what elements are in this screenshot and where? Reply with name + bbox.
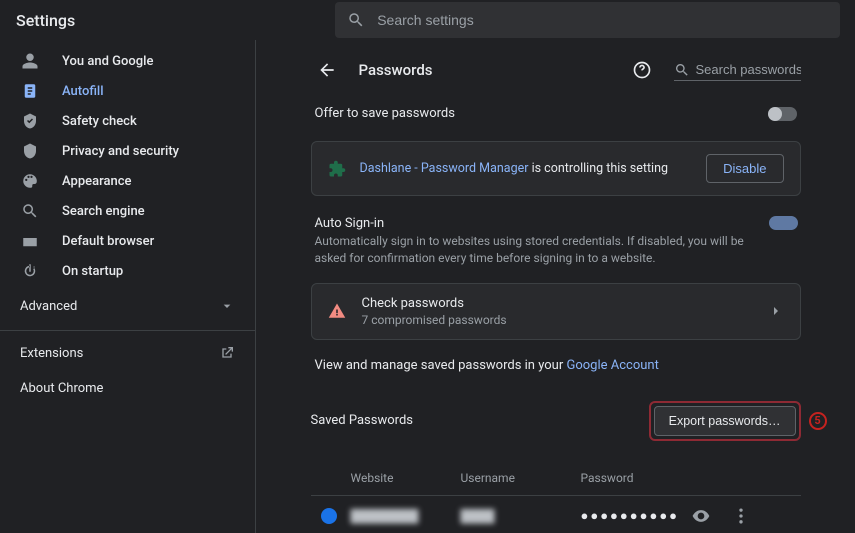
check-passwords-sub: 7 compromised passwords — [362, 313, 752, 327]
username-cell: ████ — [461, 509, 581, 523]
sidebar-item-on-startup[interactable]: On startup — [0, 256, 255, 286]
eye-icon — [691, 506, 711, 526]
saved-passwords-heading: Saved Passwords — [311, 413, 414, 428]
advanced-label: Advanced — [20, 299, 77, 314]
arrow-left-icon — [317, 60, 337, 80]
sidebar-item-label: Autofill — [62, 84, 104, 99]
shield-icon — [20, 141, 40, 161]
search-icon — [674, 62, 690, 78]
sidebar-item-label: You and Google — [62, 54, 153, 69]
extensions-label: Extensions — [20, 346, 83, 361]
password-row: ████████████●●●●●●●●●● — [311, 495, 801, 533]
about-label: About Chrome — [20, 381, 103, 396]
auto-signin-desc: Automatically sign in to websites using … — [315, 233, 757, 267]
auto-signin-row: Auto Sign-in Automatically sign in to we… — [311, 208, 801, 283]
offer-save-row: Offer to save passwords — [311, 92, 801, 135]
sidebar-item-label: On startup — [62, 264, 123, 279]
export-passwords-button[interactable]: Export passwords… — [654, 406, 796, 436]
sidebar-item-label: Default browser — [62, 234, 154, 249]
person-icon — [20, 51, 40, 71]
site-favicon — [321, 508, 337, 524]
sidebar-item-label: Privacy and security — [62, 144, 179, 159]
col-password: Password — [581, 471, 691, 485]
topbar: Settings — [0, 0, 855, 40]
open-external-icon — [219, 345, 235, 361]
annotation-badge: 5 — [809, 412, 827, 430]
autofill-icon — [20, 81, 40, 101]
controller-text: Dashlane - Password Manager is controlli… — [360, 161, 693, 176]
row-menu-button[interactable] — [731, 506, 751, 526]
chevron-down-icon — [219, 298, 235, 314]
offer-save-toggle[interactable] — [769, 107, 797, 121]
show-password-button[interactable] — [691, 506, 711, 526]
search-settings-box[interactable] — [335, 2, 840, 38]
warning-triangle-icon — [328, 302, 346, 320]
sidebar-advanced[interactable]: Advanced — [0, 286, 255, 326]
search-icon — [20, 201, 40, 221]
search-passwords-input[interactable] — [696, 62, 801, 77]
sidebar-item-safety-check[interactable]: Safety check — [0, 106, 255, 136]
view-manage-text: View and manage saved passwords in your … — [311, 340, 801, 391]
power-icon — [20, 261, 40, 281]
sidebar-item-appearance[interactable]: Appearance — [0, 166, 255, 196]
site-cell[interactable]: ████████ — [351, 509, 461, 523]
extension-puzzle-icon — [328, 160, 346, 178]
controller-card: Dashlane - Password Manager is controlli… — [311, 141, 801, 196]
check-passwords-title: Check passwords — [362, 296, 752, 311]
chevron-right-icon — [768, 303, 784, 319]
auto-signin-title: Auto Sign-in — [315, 216, 757, 231]
settings-title: Settings — [16, 11, 75, 30]
content: Passwords Offer to save passwords — [256, 40, 855, 533]
offer-save-label: Offer to save passwords — [315, 106, 455, 121]
col-website: Website — [351, 471, 461, 485]
disable-button[interactable]: Disable — [706, 154, 783, 183]
auto-signin-toggle[interactable] — [769, 216, 797, 230]
controller-name[interactable]: Dashlane - Password Manager — [360, 161, 529, 176]
back-button[interactable] — [311, 54, 343, 86]
sidebar-item-default-browser[interactable]: Default browser — [0, 226, 255, 256]
help-button[interactable] — [626, 54, 658, 86]
sidebar-item-autofill[interactable]: Autofill — [0, 76, 255, 106]
sidebar-about-chrome[interactable]: About Chrome — [0, 371, 255, 406]
col-username: Username — [461, 471, 581, 485]
password-table-header: Website Username Password — [311, 461, 801, 495]
sidebar-item-label: Appearance — [62, 174, 131, 189]
google-account-link[interactable]: Google Account — [566, 358, 658, 373]
search-icon — [347, 11, 365, 29]
sidebar-item-privacy[interactable]: Privacy and security — [0, 136, 255, 166]
palette-icon — [20, 171, 40, 191]
check-passwords-card[interactable]: Check passwords 7 compromised passwords — [311, 283, 801, 340]
shield-check-icon — [20, 111, 40, 131]
saved-passwords-header: Saved Passwords Export passwords… 5 — [311, 391, 801, 461]
export-highlight: Export passwords… 5 — [649, 401, 801, 441]
controller-suffix: is controlling this setting — [528, 161, 668, 176]
divider — [0, 330, 255, 331]
sidebar-item-search-engine[interactable]: Search engine — [0, 196, 255, 226]
search-settings-input[interactable] — [377, 12, 828, 28]
browser-icon — [20, 231, 40, 251]
panel-header: Passwords — [311, 48, 801, 92]
sidebar-item-label: Search engine — [62, 204, 145, 219]
sidebar-item-you-and-google[interactable]: You and Google — [0, 46, 255, 76]
sidebar-item-label: Safety check — [62, 114, 137, 129]
sidebar: You and Google Autofill Safety check Pri… — [0, 40, 256, 533]
sidebar-extensions[interactable]: Extensions — [0, 335, 255, 371]
password-cell: ●●●●●●●●●● — [581, 508, 691, 524]
more-vertical-icon — [731, 506, 751, 526]
view-manage-prefix: View and manage saved passwords in your — [315, 358, 567, 373]
help-icon — [632, 60, 652, 80]
search-passwords-box[interactable] — [674, 60, 801, 81]
page-title: Passwords — [359, 61, 610, 79]
